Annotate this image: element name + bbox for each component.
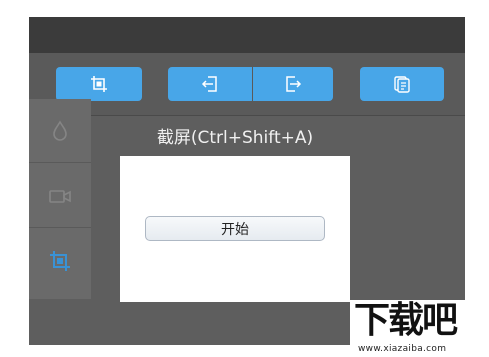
copy-button[interactable] (360, 67, 444, 101)
export-arrow-icon (286, 76, 302, 92)
video-camera-icon (49, 189, 71, 203)
import-button[interactable] (168, 67, 252, 101)
side-item-watermark[interactable] (29, 99, 91, 163)
water-drop-icon (53, 119, 67, 141)
import-arrow-icon (201, 76, 217, 92)
dialog-body: 开始 (120, 156, 350, 302)
title-bar (29, 17, 465, 53)
side-panel (29, 99, 91, 299)
start-button[interactable]: 开始 (145, 216, 325, 241)
side-item-record[interactable] (29, 164, 91, 228)
screenshot-button[interactable] (56, 67, 142, 101)
dialog-title: 截屏(Ctrl+Shift+A) (156, 128, 314, 148)
copy-document-icon (394, 76, 410, 93)
watermark-logo: 下载吧 (354, 300, 458, 341)
screenshot-crop-icon (50, 251, 70, 271)
export-button[interactable] (253, 67, 333, 101)
side-item-screenshot[interactable] (29, 229, 91, 293)
watermark-url: www.xiazaiba.com (358, 344, 447, 354)
toolbar-separator (29, 115, 465, 116)
watermark: 下载吧 www.xiazaiba.com (350, 300, 489, 357)
screenshot-capture-icon (91, 76, 107, 92)
